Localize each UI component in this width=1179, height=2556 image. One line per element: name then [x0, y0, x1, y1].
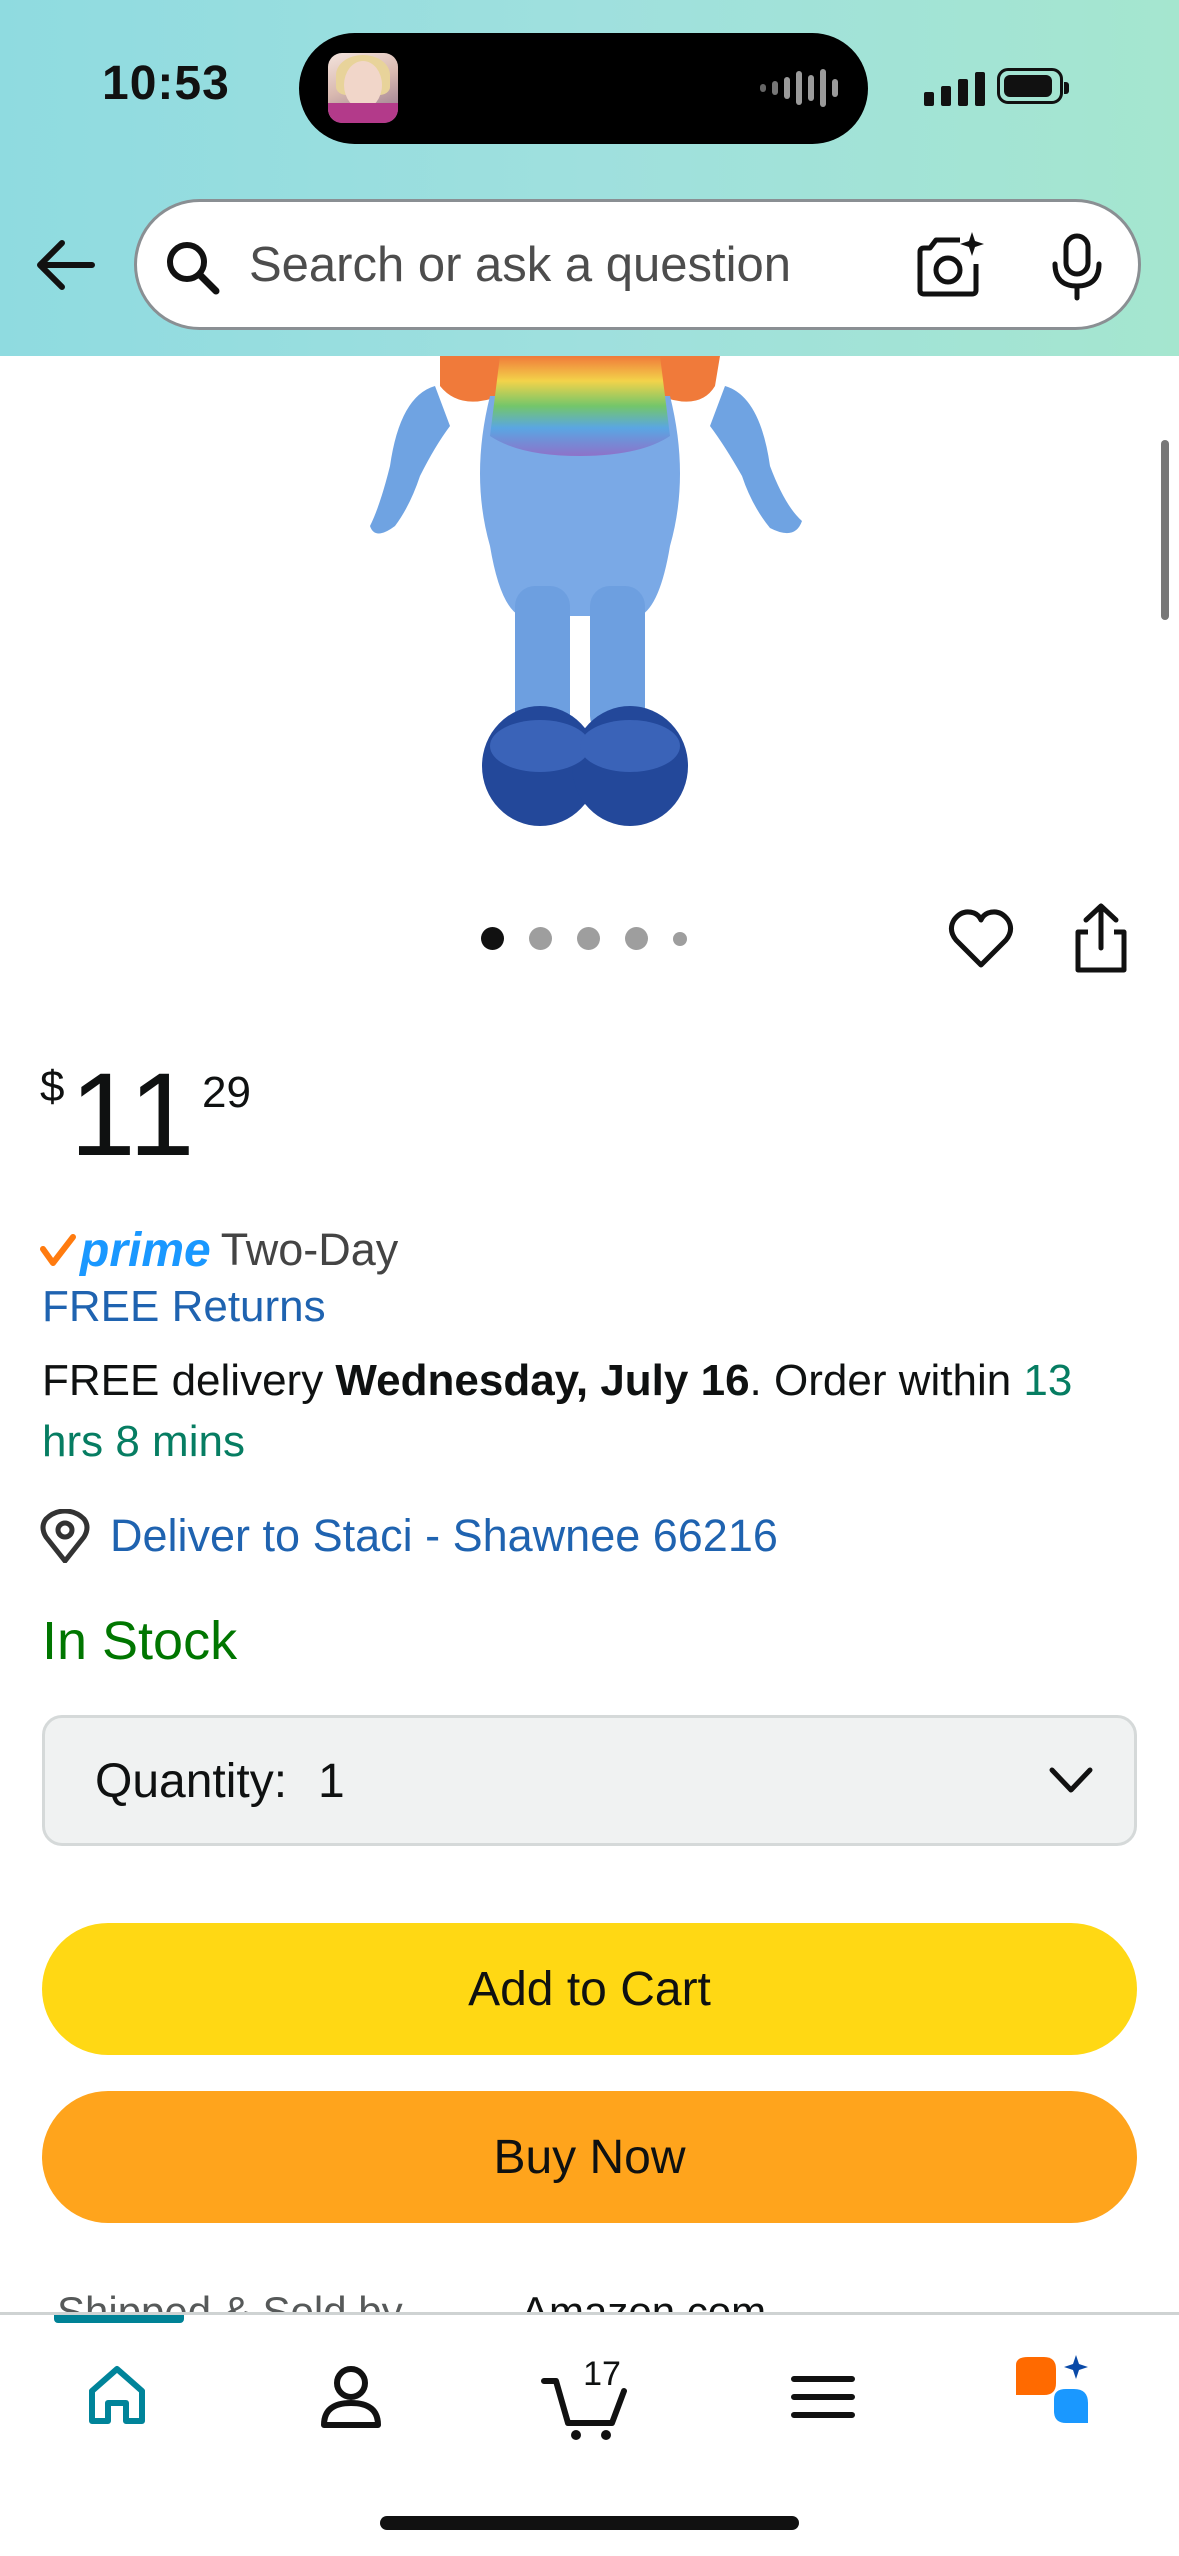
- delivery-date: Wednesday, July 16: [335, 1356, 750, 1405]
- menu-icon: [791, 2376, 855, 2418]
- delivery-middle: . Order within: [749, 1356, 1024, 1405]
- shipped-sold-by: Shipped & Sold by Amazon.com: [0, 2270, 1179, 2316]
- prime-speed: Two-Day: [220, 1224, 399, 1275]
- share-icon: [1075, 903, 1127, 973]
- carousel-dot[interactable]: [673, 931, 687, 946]
- tab-account[interactable]: [306, 2351, 396, 2441]
- prime-check-icon: [40, 1234, 76, 1266]
- wishlist-button[interactable]: [946, 905, 1016, 975]
- status-time: 10:53: [102, 57, 230, 110]
- carousel-dot[interactable]: [625, 927, 648, 950]
- delivery-info: FREE delivery Wednesday, July 16. Order …: [42, 1350, 1142, 1472]
- audio-wave-icon: [760, 68, 838, 108]
- tab-menu[interactable]: [778, 2351, 868, 2441]
- prime-badge: prime Two-Day: [40, 1220, 398, 1280]
- search-icon: [167, 242, 220, 295]
- deliver-to-link[interactable]: Deliver to Staci - Shawnee 66216: [40, 1506, 778, 1566]
- carousel-dot[interactable]: [529, 927, 552, 950]
- location-pin-icon: [40, 1509, 90, 1563]
- search-bar[interactable]: [134, 199, 1141, 330]
- app-header: 10:53: [0, 0, 1179, 356]
- cellular-signal-icon: [924, 68, 985, 106]
- stock-status: In Stock: [42, 1611, 238, 1671]
- prime-logo: prime: [40, 1223, 211, 1278]
- carousel-dot[interactable]: [577, 927, 600, 950]
- home-indicator[interactable]: [380, 2516, 799, 2530]
- cart-count-badge: 17: [583, 2355, 621, 2393]
- search-input[interactable]: [249, 222, 849, 307]
- now-playing-avatar: [328, 53, 398, 123]
- quantity-value: 1: [318, 1755, 345, 1808]
- rufus-ai-icon: [1016, 2355, 1088, 2423]
- price-whole: 11: [70, 1049, 197, 1181]
- free-returns-link[interactable]: FREE Returns: [42, 1282, 326, 1332]
- deliver-to-text: Deliver to Staci - Shawnee 66216: [110, 1510, 778, 1561]
- tab-rufus-ai[interactable]: [1008, 2351, 1098, 2441]
- product-image[interactable]: [340, 356, 820, 826]
- price-currency: $: [40, 1062, 65, 1111]
- chevron-down-icon: [1049, 1767, 1093, 1793]
- back-button[interactable]: [30, 235, 100, 295]
- prime-logo-text: prime: [80, 1223, 211, 1277]
- back-arrow-icon: [37, 240, 95, 290]
- image-carousel-dots[interactable]: [481, 927, 687, 950]
- active-tab-indicator: [54, 2315, 184, 2323]
- quantity-select[interactable]: Quantity: 1: [42, 1715, 1137, 1846]
- heart-icon: [948, 909, 1014, 968]
- scroll-indicator[interactable]: [1161, 440, 1169, 620]
- battery-icon: [997, 68, 1069, 104]
- tab-cart[interactable]: 17: [540, 2351, 630, 2441]
- dynamic-island[interactable]: [299, 33, 868, 144]
- price-fraction: 29: [202, 1068, 251, 1117]
- account-icon: [321, 2366, 381, 2428]
- quantity-label: Quantity:: [95, 1755, 288, 1808]
- share-button[interactable]: [1068, 900, 1134, 976]
- add-to-cart-button[interactable]: Add to Cart: [42, 1923, 1137, 2055]
- camera-lens-icon[interactable]: [914, 230, 986, 302]
- carousel-dot[interactable]: [481, 927, 504, 950]
- delivery-prefix: FREE delivery: [42, 1356, 336, 1405]
- home-icon: [89, 2366, 145, 2424]
- buy-now-button[interactable]: Buy Now: [42, 2091, 1137, 2223]
- tab-home[interactable]: [72, 2351, 162, 2441]
- microphone-icon[interactable]: [1041, 230, 1113, 302]
